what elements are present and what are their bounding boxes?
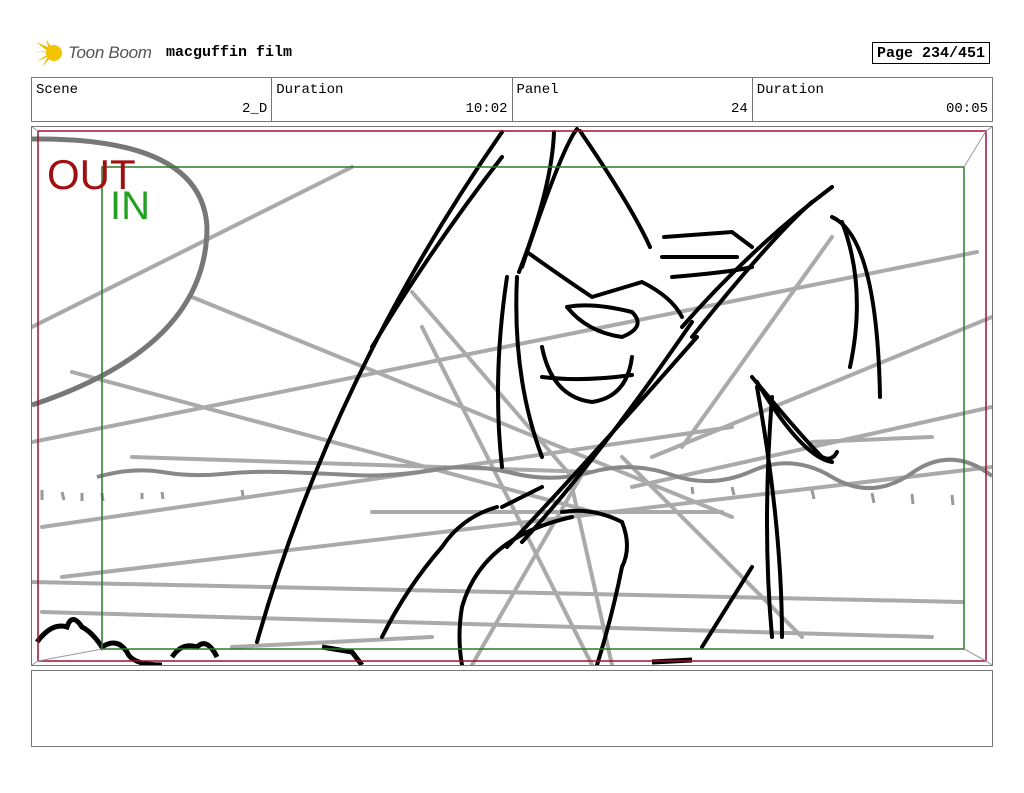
panel-cell: Panel 24 <box>513 78 753 121</box>
panel-duration-cell: Duration 00:05 <box>753 78 992 121</box>
scene-value: 2_D <box>242 101 268 117</box>
scene-label: Scene <box>36 82 79 98</box>
scene-cell: Scene 2_D <box>32 78 273 121</box>
panel-label: Panel <box>516 82 559 98</box>
project-title: macguffin film <box>166 44 293 61</box>
panel-duration-value: 00:05 <box>945 101 988 117</box>
panel-duration-label: Duration <box>756 82 824 98</box>
panel-sketch: OUT IN <box>32 127 992 665</box>
page-number: Page 234/451 <box>872 42 990 64</box>
panel-value: 24 <box>730 101 748 117</box>
info-bar: Scene 2_D Duration 10:02 Panel 24 Durati… <box>31 77 993 122</box>
toon-boom-logo: Toon Boom <box>34 38 152 68</box>
logo-text: Toon Boom <box>68 43 152 62</box>
scene-duration-label: Duration <box>276 82 344 98</box>
logo-burst-icon <box>34 39 62 67</box>
in-label: IN <box>110 184 150 228</box>
scene-duration-cell: Duration 10:02 <box>272 78 513 121</box>
notes-box[interactable] <box>31 670 993 747</box>
storyboard-panel: OUT IN <box>31 126 993 666</box>
scene-duration-value: 10:02 <box>465 101 508 117</box>
out-frame <box>37 130 987 662</box>
character-sketch <box>255 127 882 665</box>
